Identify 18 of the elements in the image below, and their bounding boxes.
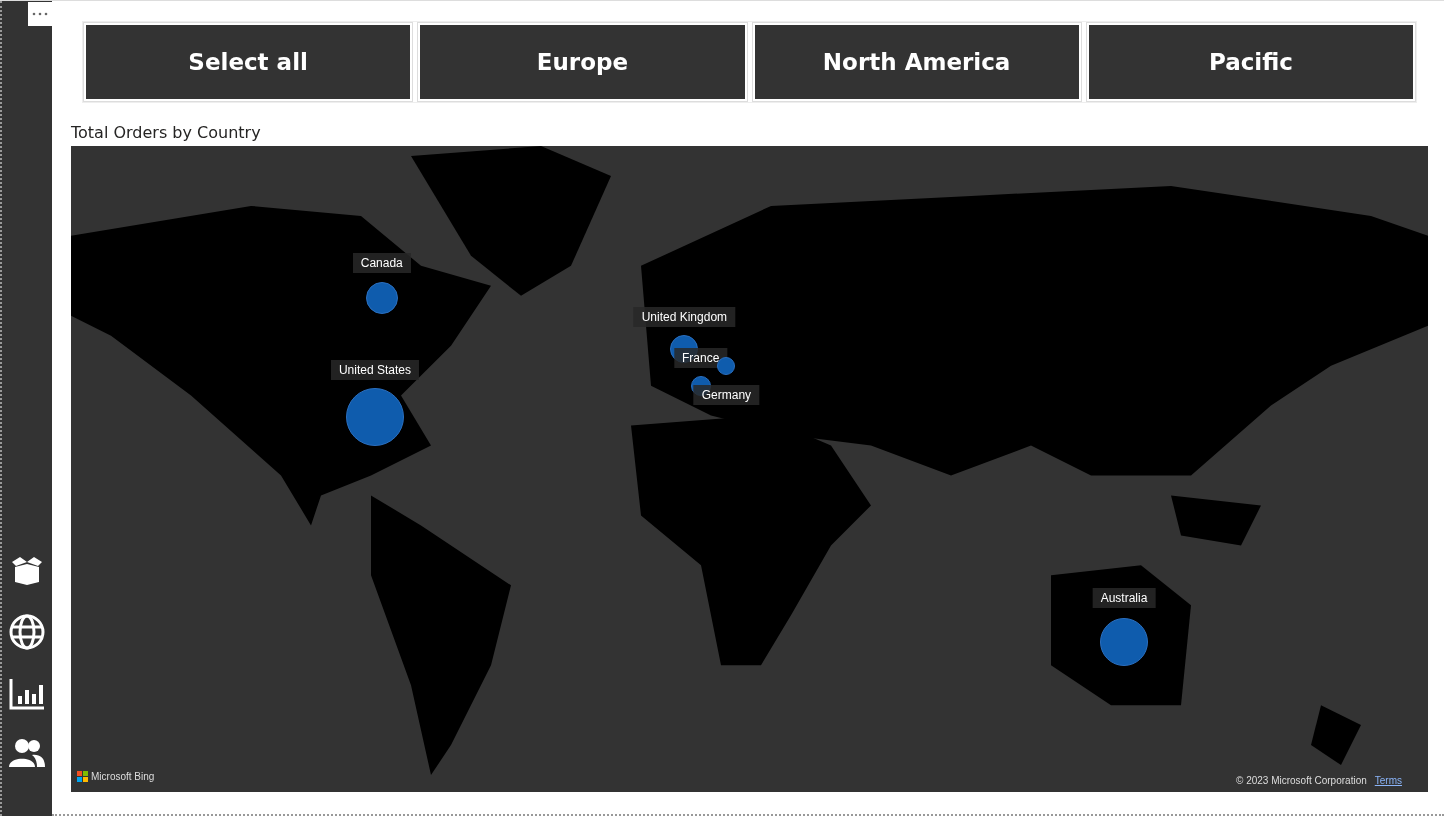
slicer-button[interactable]: Europe: [420, 25, 745, 99]
slicer-button[interactable]: Pacific: [1088, 25, 1413, 99]
visual-title: Total Orders by Country: [71, 123, 262, 142]
copyright-text: © 2023 Microsoft Corporation: [1236, 775, 1367, 786]
data-label: United Kingdom: [633, 306, 736, 327]
bar-chart-icon[interactable]: [9, 678, 45, 710]
terms-link[interactable]: Terms: [1374, 775, 1402, 786]
data-label: Canada: [352, 252, 411, 273]
slicer-button[interactable]: North America: [754, 25, 1079, 99]
data-label: United States: [330, 359, 419, 380]
people-icon[interactable]: [8, 738, 46, 768]
box-icon[interactable]: [10, 556, 44, 586]
data-label: Germany: [693, 384, 760, 405]
globe-icon[interactable]: [9, 614, 45, 650]
windows-logo-icon: [77, 771, 88, 782]
slicer-button[interactable]: Select all: [86, 25, 411, 99]
data-label: Australia: [1092, 588, 1156, 609]
logo-text: Microsoft Bing: [91, 771, 155, 782]
